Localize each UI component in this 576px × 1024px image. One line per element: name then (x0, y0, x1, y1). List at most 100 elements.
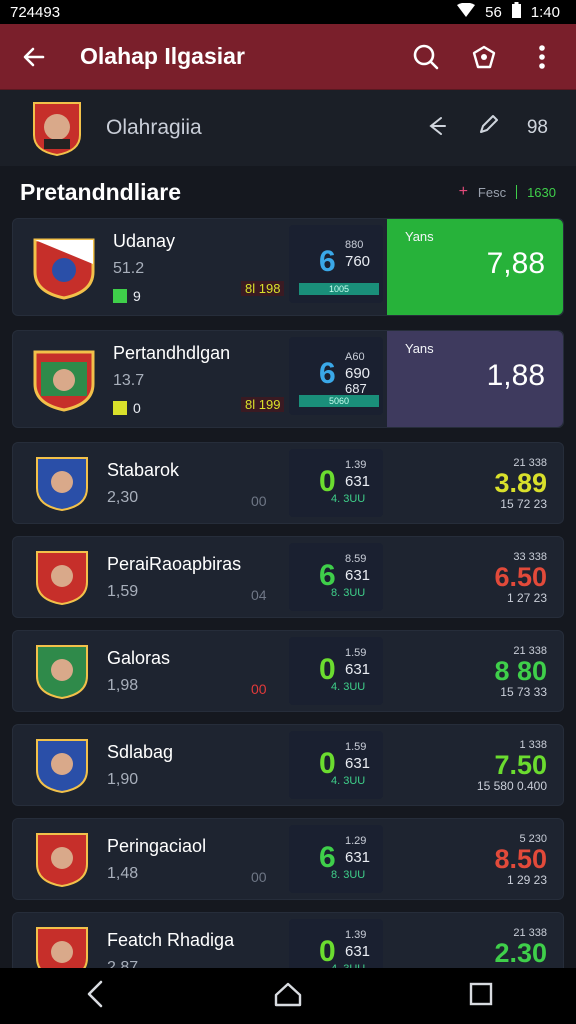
reply-icon[interactable] (427, 114, 449, 142)
odds-box[interactable]: 33 338 6.50 1 27 23 (427, 537, 547, 617)
odds-value: 1,88 (486, 359, 545, 392)
score-box: 6 8.59 631 8. 3UU (289, 543, 383, 611)
odds-bottom: 15 580 0.400 (476, 779, 547, 793)
edit-icon[interactable] (477, 114, 499, 142)
green-square-icon (113, 288, 127, 303)
score-mid: 631 (345, 473, 371, 490)
team-name: Pertandhdlgan (113, 342, 231, 363)
plus-icon[interactable]: + (459, 183, 468, 201)
section-meta-a: Fesc (477, 184, 507, 200)
odds-value: 2.30 (494, 938, 547, 968)
odds-bottom: 15 73 33 (500, 685, 547, 699)
score-top: 880 (345, 239, 364, 251)
odds-value: 8 80 (494, 656, 547, 686)
nav-back-icon[interactable] (83, 980, 107, 1013)
team-name: PeraiRaoapbiras (107, 553, 242, 574)
status-left-text: 724493 (10, 3, 61, 21)
score-top: 1.39 (345, 929, 367, 941)
team-crest (31, 234, 97, 300)
indicator-b: 8l 198 (241, 281, 285, 296)
team-sub: 51.2 (113, 259, 145, 277)
status-bar: 724493 56 1:40 (0, 0, 576, 24)
score-extra: 687 (345, 381, 367, 396)
team-name: Peringaciaol (107, 835, 207, 856)
score-top: 8.59 (345, 553, 367, 565)
score-mid: 631 (345, 755, 371, 772)
odds-box[interactable]: 21 338 3.89 15 72 23 (427, 443, 547, 523)
score-mid: 631 (345, 849, 371, 866)
score-mid: 631 (345, 567, 371, 584)
odds-value: 6.50 (494, 562, 547, 592)
match-card[interactable]: Peringaciaol 1,48 00 6 1.29 631 8. 3UU 5… (12, 818, 564, 900)
battery-icon (511, 2, 521, 22)
score: 6 (319, 245, 336, 278)
odds-box[interactable]: 21 338 8 80 15 73 33 (427, 631, 547, 711)
app-bar: Olahap Ilgasiar (0, 24, 576, 90)
indicator-a: 9 (133, 287, 141, 304)
team-logo-avatar[interactable] (28, 99, 86, 157)
more-vert-icon[interactable] (522, 37, 562, 77)
team-sub: 2,30 (107, 488, 139, 506)
team-name: Featch Rhadiga (107, 929, 235, 950)
odds-label: Yans (405, 229, 434, 244)
score-top: 1.29 (345, 835, 367, 847)
score-top: 1.59 (345, 647, 367, 659)
team-name: Udanay (113, 230, 176, 251)
team-name: Sdlabag (107, 741, 174, 762)
progress-meter: 5060 (299, 395, 379, 407)
match-card[interactable]: Pertandhdlgan 13.7 0 8l 199 6 A60 690 68… (12, 330, 564, 428)
odds-value: 3.89 (494, 468, 547, 498)
odds-bottom: 1 27 23 (506, 591, 547, 605)
team-sub: 1,48 (107, 864, 139, 882)
score-bot: 8. 3UU (331, 869, 366, 881)
odds-box[interactable]: 5 230 8.50 1 29 23 (427, 819, 547, 899)
match-card[interactable]: PeraiRaoapbiras 1,59 04 6 8.59 631 8. 3U… (12, 536, 564, 618)
clock: 1:40 (530, 3, 560, 21)
match-card[interactable]: Galoras 1,98 00 0 1.59 631 4. 3UU 21 338… (12, 630, 564, 712)
odds-label: Yans (405, 341, 434, 356)
indicator-b: 8l 199 (241, 397, 285, 412)
match-card[interactable]: Udanay 51.2 9 8l 198 6 880 760 1005 Yans… (12, 218, 564, 316)
team-crest (33, 642, 91, 700)
odds-bottom: 1 29 23 (506, 873, 547, 887)
odds-box[interactable]: Yans 1,88 (387, 331, 563, 427)
score-box: 6 A60 690 687 5060 (289, 337, 383, 415)
score-box: 6 1.29 631 8. 3UU (289, 825, 383, 893)
sub-header: Olahragiia 98 (0, 90, 576, 166)
score-top: 1.39 (345, 459, 367, 471)
nav-home-icon[interactable] (274, 981, 302, 1012)
back-arrow-icon[interactable] (14, 37, 54, 77)
nav-recents-icon[interactable] (469, 982, 493, 1011)
score-box: 0 1.59 631 4. 3UU (289, 731, 383, 799)
signal-text: 56 (485, 3, 502, 21)
score-mid: 631 (345, 943, 371, 960)
match-card[interactable]: Stabarok 2,30 00 0 1.39 631 4. 3UU 21 33… (12, 442, 564, 524)
team-sub: 1,59 (107, 582, 139, 600)
sub-header-count: 98 (526, 117, 548, 138)
yellow-square-icon (113, 400, 127, 415)
team-crest (33, 736, 91, 794)
team-crest (31, 346, 97, 412)
odds-value: 8.50 (494, 844, 547, 874)
indicator-a: 0 (133, 399, 141, 416)
mid-note: 00 (251, 493, 267, 509)
score-box: 0 1.59 631 4. 3UU (289, 637, 383, 705)
score-box: 6 880 760 1005 (289, 225, 383, 303)
system-nav-bar (0, 968, 576, 1024)
score-top: A60 (345, 351, 365, 363)
odds-box[interactable]: Yans 7,88 (387, 219, 563, 315)
share-icon[interactable] (464, 37, 504, 77)
score-mid: 631 (345, 661, 371, 678)
score-bot: 8. 3UU (331, 587, 366, 599)
sub-header-title: Olahragiia (106, 116, 202, 139)
score-top: 1.59 (345, 741, 367, 753)
team-name: Stabarok (107, 459, 180, 480)
search-icon[interactable] (406, 37, 446, 77)
team-name: Galoras (107, 647, 171, 668)
odds-box[interactable]: 1 338 7.50 15 580 0.400 (427, 725, 547, 805)
wifi-icon (457, 2, 476, 21)
match-card[interactable]: Sdlabag 1,90 0 1.59 631 4. 3UU 1 338 7.5… (12, 724, 564, 806)
mid-note: 04 (251, 587, 267, 603)
score-bot: 4. 3UU (331, 775, 366, 787)
score-bot: 4. 3UU (331, 493, 366, 505)
